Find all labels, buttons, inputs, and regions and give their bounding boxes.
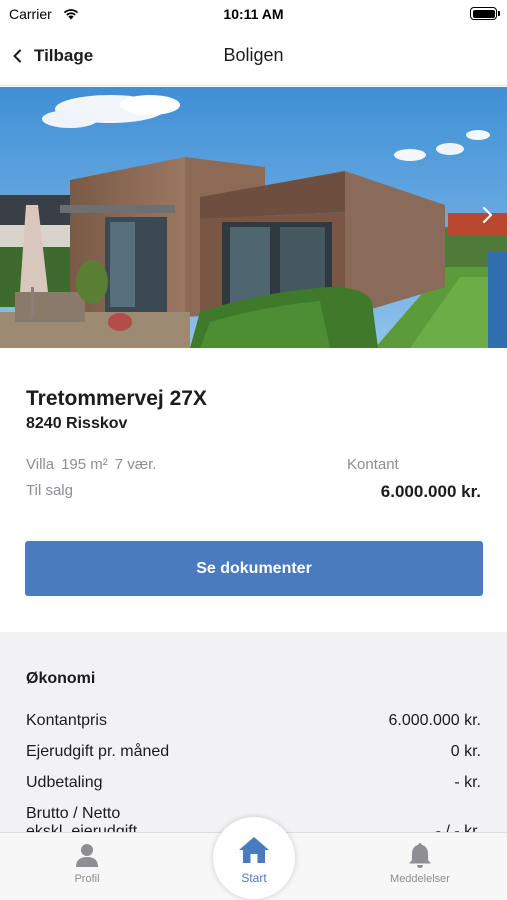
clock: 10:11 AM	[223, 6, 284, 22]
sale-status: Til salg	[26, 482, 73, 499]
economy-row-value: - kr.	[454, 774, 481, 791]
chevron-right-icon[interactable]	[479, 205, 495, 225]
tab-notifications[interactable]: Meddelelser	[378, 841, 462, 885]
property-rooms: 7 vær.	[114, 456, 157, 473]
property-photo-carousel[interactable]	[0, 87, 507, 348]
bell-icon	[409, 843, 431, 868]
tab-start[interactable]: Start	[213, 817, 295, 899]
economy-row-value: 6.000.000 kr.	[388, 712, 481, 729]
page-title: Boligen	[223, 45, 284, 65]
person-icon	[76, 844, 98, 867]
status-bar: Carrier 10:11 AM	[0, 0, 507, 30]
economy-section: Økonomi Kontantpris 6.000.000 kr. Ejerud…	[0, 632, 507, 842]
economy-row-label: Udbetaling	[26, 774, 103, 791]
see-documents-button[interactable]: Se dokumenter	[25, 541, 483, 596]
home-icon	[239, 837, 269, 863]
navigation-bar: Tilbage Boligen	[0, 30, 507, 86]
battery-icon	[470, 7, 500, 20]
tab-profile-label: Profil	[74, 873, 100, 885]
economy-row-label: Brutto / Netto	[26, 805, 121, 822]
property-type: Villa	[26, 456, 55, 473]
tab-notifications-label: Meddelelser	[390, 873, 450, 885]
tab-start-label: Start	[241, 871, 267, 885]
economy-title: Økonomi	[26, 670, 96, 687]
price-label: Kontant	[347, 456, 399, 473]
economy-row-label: Kontantpris	[26, 712, 107, 729]
house-photo	[0, 87, 507, 348]
tab-profile[interactable]: Profil	[56, 841, 118, 885]
economy-row-value: 0 kr.	[450, 743, 481, 760]
property-area: 195 m²	[61, 456, 108, 473]
property-city: 8240 Risskov	[26, 415, 128, 432]
economy-row-label: Ejerudgift pr. måned	[26, 743, 170, 760]
property-specs: Villa 195 m² 7 vær.	[26, 456, 163, 473]
price-value: 6.000.000 kr.	[380, 482, 481, 501]
property-address: Tretommervej 27X	[26, 387, 207, 410]
